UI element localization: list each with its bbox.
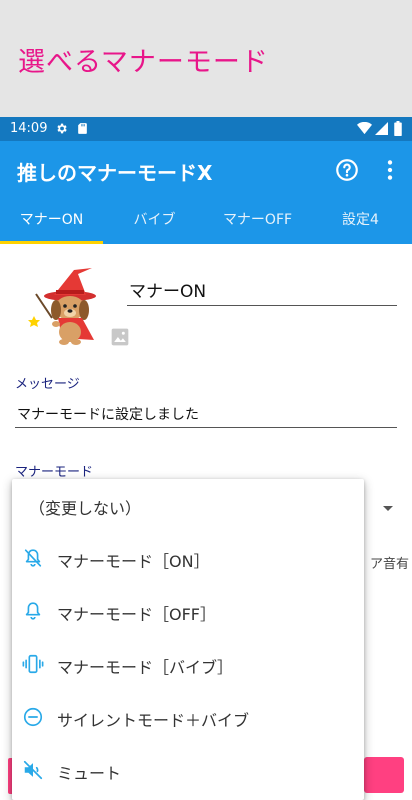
tab-vibrate[interactable]: バイブ <box>103 199 206 244</box>
promo-banner: 選べるマナーモード <box>0 0 412 117</box>
avatar[interactable] <box>28 266 100 346</box>
menu-item-manner-on[interactable]: マナーモード［ON］ <box>12 532 364 585</box>
menu-item-label: マナーモード［ON］ <box>57 552 210 571</box>
menu-item-label: サイレントモード＋バイブ <box>57 711 250 730</box>
tab-manner-off[interactable]: マナーOFF <box>206 199 309 244</box>
tab-settings-4[interactable]: 設定4 <box>309 199 412 244</box>
status-bar: 14:09 <box>0 117 412 141</box>
battery-icon <box>394 121 402 136</box>
bell-icon <box>25 602 41 620</box>
app-bar: 推しのマナーモードX <box>0 141 412 199</box>
chevron-down-icon[interactable] <box>383 506 393 511</box>
tab-bar: マナーON バイブ マナーOFF 設定4 <box>0 199 412 244</box>
more-vert-icon[interactable] <box>377 157 403 183</box>
menu-item-no-change[interactable]: （変更しない） <box>12 479 364 532</box>
wifi-icon <box>357 122 372 135</box>
gear-icon <box>57 123 67 134</box>
menu-item-label: マナーモード［OFF］ <box>57 605 217 624</box>
menu-item-manner-off[interactable]: マナーモード［OFF］ <box>12 585 364 638</box>
image-placeholder-icon[interactable] <box>110 327 130 347</box>
bell-off-icon <box>24 549 42 567</box>
sd-card-icon <box>78 123 87 134</box>
vibrate-icon <box>22 654 44 674</box>
help-icon[interactable] <box>334 157 360 183</box>
menu-item-label: ミュート <box>57 764 122 783</box>
menu-item-label: （変更しない） <box>29 499 142 518</box>
menu-item-silent-vibrate[interactable]: サイレントモード＋バイブ <box>12 691 364 744</box>
menu-item-manner-vibrate[interactable]: マナーモード［バイブ］ <box>12 638 364 691</box>
status-time: 14:09 <box>10 121 48 136</box>
menu-item-mute[interactable]: ミュート <box>12 744 364 797</box>
partially-hidden-text: ア音有 <box>370 557 410 572</box>
menu-item-label: マナーモード［バイブ］ <box>57 658 234 677</box>
message-label: メッセージ <box>15 377 80 392</box>
volume-off-icon <box>23 760 43 780</box>
manner-mode-dropdown-menu: （変更しない） マナーモード［ON］ マナーモード［OFF］ マナーモード［バイ… <box>12 479 364 800</box>
profile-name-input[interactable]: マナーON <box>127 279 397 306</box>
minus-circle-icon <box>23 707 43 727</box>
manner-mode-label: マナーモード <box>15 465 94 480</box>
tab-manner-on[interactable]: マナーON <box>0 199 103 244</box>
pink-action-button[interactable] <box>364 757 404 793</box>
signal-icon <box>375 122 388 135</box>
promo-banner-title: 選べるマナーモード <box>18 47 269 78</box>
message-input[interactable]: マナーモードに設定しました <box>15 403 397 428</box>
app-title: 推しのマナーモードX <box>17 161 213 185</box>
